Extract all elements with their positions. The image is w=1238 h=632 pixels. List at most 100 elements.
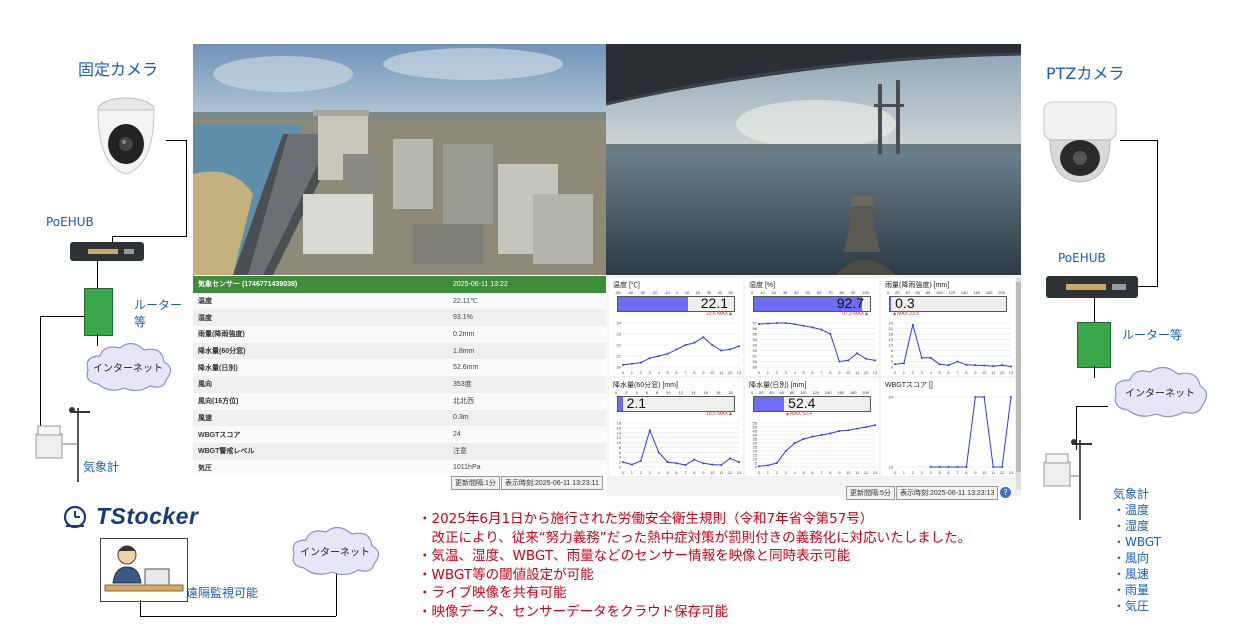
row-value: 0.2mm bbox=[453, 330, 475, 338]
x-tick-label: 6 bbox=[675, 370, 678, 375]
right-poe-hub-icon bbox=[1046, 276, 1138, 298]
y-tick-label: 9 bbox=[891, 348, 894, 353]
data-point bbox=[838, 360, 841, 363]
gauge-tick-label: 0 bbox=[887, 290, 890, 295]
row-key: 湿度 bbox=[198, 314, 212, 322]
ptz-camera-image bbox=[1040, 100, 1120, 184]
gauge-fill bbox=[890, 297, 892, 311]
x-tick-label: 13 bbox=[873, 370, 878, 375]
row-value: 22.11℃ bbox=[453, 298, 478, 306]
y-tick-label: 12 bbox=[617, 435, 622, 440]
charts-update-interval: 更新間隔:5分 bbox=[846, 486, 895, 500]
y-tick-label: 3 bbox=[891, 359, 894, 364]
data-point bbox=[675, 462, 678, 465]
data-point bbox=[793, 442, 796, 444]
gauge-tick-label: 40 bbox=[769, 390, 774, 395]
x-tick-label: 2 bbox=[912, 470, 915, 475]
x-tick-label: 2 bbox=[776, 370, 779, 375]
tstocker-brand: TStocker bbox=[96, 503, 199, 529]
ptz-camera-feed[interactable] bbox=[606, 44, 1021, 275]
data-point bbox=[738, 345, 740, 348]
x-tick-label: 0 bbox=[758, 370, 761, 375]
data-point bbox=[856, 352, 859, 355]
x-tick-label: 8 bbox=[829, 370, 832, 375]
gauge-tick-label: 60 bbox=[816, 290, 822, 295]
chart-plot: 05101520253035404550550 1 2 3 4 5 6 7 8 9 10 11 12 13 bbox=[753, 421, 878, 476]
gauge-tick-label: 10 bbox=[760, 290, 765, 295]
fixed-camera-feed[interactable] bbox=[193, 44, 606, 275]
list-item: ・WBGT bbox=[1113, 535, 1162, 549]
gauge-tick-label: -40 bbox=[627, 290, 634, 295]
data-point bbox=[622, 363, 624, 366]
y-tick-label: 0 bbox=[619, 465, 622, 470]
sensor-table-header-time: 2025-06-11 13:22 bbox=[453, 280, 508, 288]
table-row: 風速 0.3m bbox=[193, 409, 606, 427]
chart-title: 湿度 [%] bbox=[749, 282, 776, 289]
x-tick-label: 12 bbox=[864, 470, 869, 475]
x-tick-label: 2 bbox=[640, 370, 643, 375]
data-point bbox=[675, 348, 678, 351]
data-point bbox=[630, 362, 633, 365]
x-tick-label: 9 bbox=[838, 370, 841, 375]
gauge-value: 92.7 bbox=[836, 295, 864, 311]
x-tick-label: 4 bbox=[794, 470, 797, 475]
chart-title: 雨量(降雨強度) [mm] bbox=[885, 282, 950, 289]
row-key: 降水量(日別) bbox=[198, 364, 238, 372]
data-point bbox=[702, 336, 705, 339]
gauge-bar: 52.4 bbox=[753, 395, 871, 412]
y-tick-label: 6 bbox=[619, 450, 622, 455]
gauge-tick-label: 20 bbox=[728, 390, 733, 395]
right-weather-station-icon bbox=[1040, 436, 1100, 520]
data-point bbox=[793, 323, 796, 326]
note-line: 改正により、従来“努力義務”だった熱中症対策が罰則付きの義務化に対応いたしました… bbox=[418, 529, 972, 546]
data-point bbox=[758, 323, 760, 326]
x-tick-label: 10 bbox=[846, 370, 851, 375]
x-tick-label: 6 bbox=[675, 470, 678, 475]
y-tick-label: 21 bbox=[617, 354, 622, 359]
left-internet-label: インターネット bbox=[93, 363, 163, 375]
left-weather-meter-label: 気象計 bbox=[83, 460, 120, 474]
x-tick-label: 3 bbox=[785, 370, 788, 375]
chart-title: WBGTスコア [] bbox=[885, 382, 933, 389]
y-tick-label: 94 bbox=[753, 337, 758, 342]
row-key: 温度 bbox=[198, 298, 212, 306]
data-point bbox=[956, 466, 959, 468]
row-key: 降水量(60分窓) bbox=[198, 348, 246, 356]
gauge-tick-label: 140 bbox=[960, 290, 968, 295]
x-tick-label: 0 bbox=[758, 470, 761, 475]
gauge-tick-label: 50 bbox=[805, 290, 810, 295]
gauge-value: 52.4 bbox=[788, 395, 816, 411]
x-tick-label: 12 bbox=[864, 370, 869, 375]
data-point bbox=[766, 322, 769, 325]
x-tick-label: 10 bbox=[710, 470, 715, 475]
x-tick-label: 9 bbox=[838, 470, 841, 475]
y-tick-label: 4 bbox=[619, 455, 622, 460]
help-icon[interactable]: ? bbox=[1000, 487, 1011, 498]
gauge-tick-label: 14 bbox=[691, 390, 696, 395]
row-key: WBGTスコア bbox=[198, 431, 241, 439]
data-point bbox=[992, 365, 995, 368]
x-tick-label: 8 bbox=[829, 470, 832, 475]
data-point bbox=[639, 459, 642, 462]
right-poe-hub-label: PoEHUB bbox=[1058, 251, 1106, 265]
y-tick-label: 14 bbox=[617, 430, 622, 435]
list-item: ・温度 bbox=[1113, 503, 1150, 517]
y-tick-label: 6 bbox=[891, 354, 894, 359]
chart-title: 温度 [℃] bbox=[613, 282, 640, 289]
x-tick-label: 1 bbox=[631, 370, 634, 375]
gauge-tick-label: 12 bbox=[678, 390, 684, 395]
data-point bbox=[657, 451, 660, 454]
left-router-label-2: 等 bbox=[134, 315, 147, 329]
data-point bbox=[965, 363, 968, 366]
gauge-tick-label: 50 bbox=[728, 290, 733, 295]
x-tick-label: 13 bbox=[873, 470, 878, 475]
x-tick-label: 11 bbox=[855, 370, 860, 375]
list-item: ・気圧 bbox=[1113, 599, 1150, 613]
gauge-value: 22.1 bbox=[700, 295, 728, 311]
data-point bbox=[956, 360, 959, 363]
gauge-max-label: ▲MAX 23.5 bbox=[892, 311, 920, 317]
charts-scrollbar[interactable] bbox=[1016, 278, 1021, 490]
data-point bbox=[729, 457, 732, 460]
data-point bbox=[974, 364, 977, 367]
data-point bbox=[684, 464, 687, 467]
